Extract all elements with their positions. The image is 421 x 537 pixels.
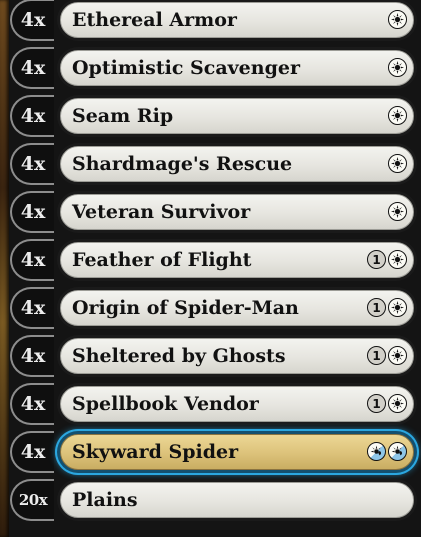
card-tile-selected[interactable]: Skyward Spider <box>57 431 417 473</box>
deck-row[interactable]: 4x Optimistic Scavenger <box>10 44 421 92</box>
card-tile[interactable]: Optimistic Scavenger <box>57 47 417 89</box>
card-name: Feather of Flight <box>72 249 252 271</box>
card-tile[interactable]: Veteran Survivor <box>57 191 417 233</box>
card-tile[interactable]: Ethereal Armor <box>57 0 417 41</box>
mana-cost <box>367 442 407 463</box>
card-count: 4x <box>10 239 54 281</box>
card-count: 4x <box>10 287 54 329</box>
card-tile[interactable]: Origin of Spider-Man 1 <box>57 287 417 329</box>
card-name: Skyward Spider <box>72 441 239 463</box>
mana-cost <box>388 58 407 79</box>
white-mana-icon <box>388 202 407 221</box>
card-count: 4x <box>10 431 54 473</box>
deck-row[interactable]: 4x Origin of Spider-Man 1 <box>10 284 421 332</box>
generic-mana-icon: 1 <box>367 346 386 365</box>
card-tile[interactable]: Seam Rip <box>57 95 417 137</box>
card-count: 4x <box>10 383 54 425</box>
card-tile[interactable]: Plains <box>57 479 417 521</box>
white-mana-icon <box>388 154 407 173</box>
card-count: 4x <box>10 0 54 41</box>
card-name: Origin of Spider-Man <box>72 297 299 319</box>
card-name: Plains <box>72 489 138 511</box>
card-name: Shardmage's Rescue <box>72 153 293 175</box>
deck-row[interactable]: 4x Sheltered by Ghosts 1 <box>10 332 421 380</box>
deck-row[interactable]: 4x Shardmage's Rescue <box>10 140 421 188</box>
white-mana-icon <box>388 10 407 29</box>
deck-row[interactable]: 4x Feather of Flight 1 <box>10 236 421 284</box>
generic-mana-icon: 1 <box>367 298 386 317</box>
card-count: 4x <box>10 191 54 233</box>
mana-cost: 1 <box>367 298 407 319</box>
card-count: 4x <box>10 95 54 137</box>
white-blue-hybrid-icon <box>388 442 407 461</box>
white-mana-icon <box>388 346 407 365</box>
left-frame-border <box>0 0 9 537</box>
card-name: Veteran Survivor <box>72 201 251 223</box>
card-tile[interactable]: Feather of Flight 1 <box>57 239 417 281</box>
card-name: Ethereal Armor <box>72 9 237 31</box>
white-blue-hybrid-icon <box>367 442 386 461</box>
deck-row[interactable]: 20x Plains <box>10 476 421 524</box>
deck-row[interactable]: 4x Skyward Spider <box>10 428 421 476</box>
mana-cost <box>388 154 407 175</box>
mana-cost <box>388 202 407 223</box>
card-count: 20x <box>10 479 54 521</box>
card-count: 4x <box>10 143 54 185</box>
white-mana-icon <box>388 298 407 317</box>
white-mana-icon <box>388 250 407 269</box>
mana-cost: 1 <box>367 346 407 367</box>
deck-row[interactable]: 4x Seam Rip <box>10 92 421 140</box>
mana-cost <box>388 10 407 31</box>
generic-mana-icon: 1 <box>367 394 386 413</box>
deck-row[interactable]: 4x Veteran Survivor <box>10 188 421 236</box>
card-tile[interactable]: Sheltered by Ghosts 1 <box>57 335 417 377</box>
mana-cost: 1 <box>367 394 407 415</box>
deck-list: 4x Ethereal Armor 4x Optimistic Scavenge… <box>10 0 421 537</box>
card-name: Spellbook Vendor <box>72 393 259 415</box>
mana-cost <box>388 106 407 127</box>
card-name: Sheltered by Ghosts <box>72 345 286 367</box>
generic-mana-icon: 1 <box>367 250 386 269</box>
deck-row[interactable]: 4x Ethereal Armor <box>10 0 421 44</box>
white-mana-icon <box>388 394 407 413</box>
card-count: 4x <box>10 47 54 89</box>
deck-row[interactable]: 4x Spellbook Vendor 1 <box>10 380 421 428</box>
white-mana-icon <box>388 58 407 77</box>
card-count: 4x <box>10 335 54 377</box>
white-mana-icon <box>388 106 407 125</box>
card-name: Optimistic Scavenger <box>72 57 300 79</box>
card-name: Seam Rip <box>72 105 174 127</box>
card-tile[interactable]: Shardmage's Rescue <box>57 143 417 185</box>
mana-cost: 1 <box>367 250 407 271</box>
card-tile[interactable]: Spellbook Vendor 1 <box>57 383 417 425</box>
